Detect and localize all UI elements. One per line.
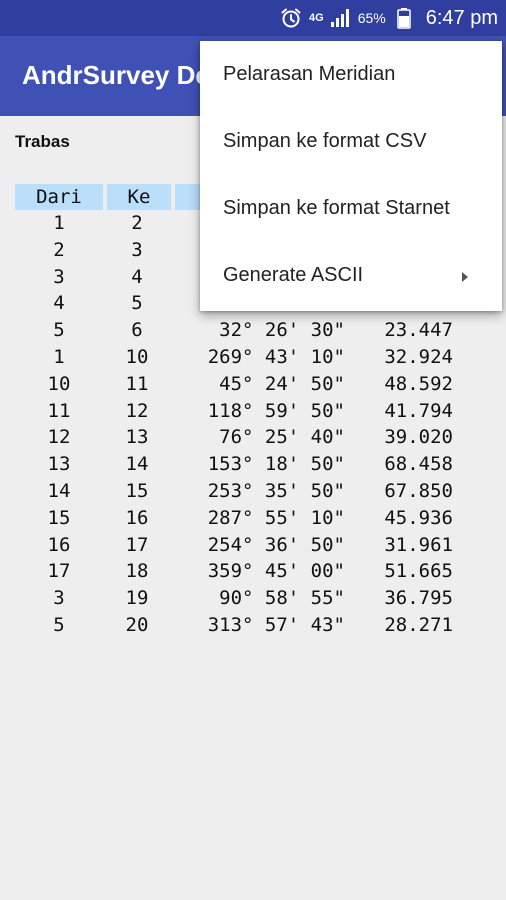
cell-distance: 28.271 [384,613,453,636]
column-header-from: Dari [15,184,103,210]
table-row[interactable]: 5 20 313° 57' 43" 28.271 [15,612,475,639]
cell-bearing: 287° 55' 10" [207,506,345,529]
signal-icon [330,9,349,27]
network-type: 4G [309,12,324,24]
cell-from: 10 [47,372,71,395]
cell-to: 12 [125,399,149,422]
cell-to: 3 [131,238,143,261]
cell-from: 12 [47,426,71,449]
table-row[interactable]: 17 18 359° 45' 00" 51.665 [15,558,475,585]
cell-from: 1 [53,345,65,368]
cell-from: 13 [47,453,71,476]
cell-bearing: 359° 45' 00" [207,560,345,583]
table-row[interactable]: 11 12 118° 59' 50" 41.794 [15,398,475,425]
cell-bearing: 254° 36' 50" [207,533,345,556]
cell-from: 4 [53,292,65,315]
cell-from: 2 [53,238,65,261]
cell-from: 3 [53,265,65,288]
cell-from: 16 [47,533,71,556]
table-row[interactable]: 3 19 90° 58' 55" 36.795 [15,585,475,612]
table-row[interactable]: 13 14 153° 18' 50" 68.458 [15,451,475,478]
section-title: Trabas [15,132,70,151]
table-row[interactable]: 14 15 253° 35' 50" 67.850 [15,478,475,505]
menu-item-save-starnet[interactable]: Simpan ke format Starnet [200,175,502,242]
cell-bearing: 269° 43' 10" [207,345,345,368]
cell-to: 6 [131,319,143,342]
cell-distance: 32.924 [384,345,453,368]
cell-bearing: 253° 35' 50" [207,479,345,502]
cell-to: 4 [131,265,143,288]
cell-to: 14 [125,453,149,476]
cell-to: 15 [125,479,149,502]
cell-from: 11 [47,399,71,422]
table-row[interactable]: 1 10 269° 43' 10" 32.924 [15,344,475,371]
table-row[interactable]: 16 17 254° 36' 50" 31.961 [15,532,475,559]
cell-from: 17 [47,560,71,583]
cell-to: 19 [125,587,149,610]
battery-icon [396,8,411,29]
cell-distance: 48.592 [384,372,453,395]
table-row[interactable]: 5 6 32° 26' 30" 23.447 [15,317,475,344]
menu-item-pelarasan-meridian[interactable]: Pelarasan Meridian [200,41,502,108]
cell-from: 1 [53,212,65,234]
column-header-to: Ke [107,184,171,210]
status-bar: 4G 65% 6:47 pm [0,0,506,36]
cell-to: 18 [125,560,149,583]
cell-bearing: 118° 59' 50" [207,399,345,422]
cell-distance: 45.936 [384,506,453,529]
cell-distance: 68.458 [384,453,453,476]
cell-to: 20 [125,613,149,636]
cell-bearing: 313° 57' 43" [207,613,345,636]
cell-bearing: 76° 25' 40" [219,426,345,449]
cell-to: 17 [125,533,149,556]
cell-from: 14 [47,479,71,502]
table-row[interactable]: 15 16 287° 55' 10" 45.936 [15,505,475,532]
table-row[interactable]: 10 11 45° 24' 50" 48.592 [15,371,475,398]
cell-to: 2 [131,212,143,234]
menu-item-generate-ascii[interactable]: Generate ASCII [200,242,502,309]
cell-to: 16 [125,506,149,529]
battery-percentage: 65% [357,10,386,26]
cell-distance: 23.447 [384,319,453,342]
status-icons: 4G 65% 6:47 pm [279,0,498,36]
cell-distance: 51.665 [384,560,453,583]
cell-to: 5 [131,292,143,315]
cell-from: 15 [47,506,71,529]
cell-bearing: 32° 26' 30" [219,319,345,342]
cell-from: 3 [53,587,65,610]
cell-from: 5 [53,613,65,636]
cell-bearing: 45° 24' 50" [219,372,345,395]
table-row[interactable]: 12 13 76° 25' 40" 39.020 [15,424,475,451]
menu-item-save-csv[interactable]: Simpan ke format CSV [200,108,502,175]
cell-to: 13 [125,426,149,449]
cell-from: 5 [53,319,65,342]
cell-to: 10 [125,345,149,368]
cell-distance: 31.961 [384,533,453,556]
cell-bearing: 153° 18' 50" [207,453,345,476]
cell-distance: 41.794 [384,399,453,422]
menu-item-label: Generate ASCII [223,264,364,286]
alarm-icon [281,8,301,28]
cell-to: 11 [125,372,149,395]
cell-distance: 36.795 [384,587,453,610]
clock: 6:47 pm [425,6,498,29]
cell-bearing: 90° 58' 55" [219,587,345,610]
cell-distance: 39.020 [384,426,453,449]
overflow-menu: Pelarasan Meridian Simpan ke format CSV … [200,41,502,311]
submenu-arrow-icon [462,272,468,282]
cell-distance: 67.850 [384,479,453,502]
